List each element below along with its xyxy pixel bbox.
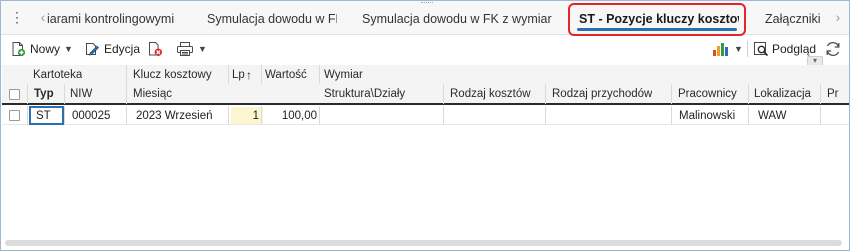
delete-button[interactable]: [147, 39, 163, 59]
column-divider: [671, 84, 672, 104]
column-divider: [27, 106, 28, 125]
select-all-checkbox[interactable]: [9, 89, 20, 100]
chevron-down-icon[interactable]: ▼: [64, 44, 73, 54]
tab-scroll-right-icon[interactable]: ›: [833, 10, 843, 24]
column-header-truncated[interactable]: Pr: [827, 86, 839, 102]
cell-lp[interactable]: 1: [231, 108, 259, 124]
column-divider: [126, 84, 127, 104]
sort-ascending-icon[interactable]: ↑: [246, 67, 252, 83]
group-header-row: Kartoteka Klucz kosztowy Lp ↑ Wartość Wy…: [2, 65, 849, 105]
edit-icon: [84, 41, 100, 57]
active-tab-indicator: [577, 28, 737, 31]
tab-symulacja-fk[interactable]: Symulacja dowodu w FK: [207, 11, 337, 27]
active-tab-highlight: [568, 3, 746, 36]
cell-pracownicy[interactable]: Malinowski: [679, 108, 735, 124]
column-divider: [319, 106, 320, 125]
new-document-icon: [10, 41, 26, 57]
new-button-label: Nowy: [30, 42, 61, 56]
main-window: ⋮ ‹ iarami kontrolingowymi Symulacja dow…: [0, 0, 850, 251]
horizontal-scrollbar[interactable]: [5, 240, 842, 246]
column-divider: [27, 84, 28, 104]
preview-icon: [753, 41, 769, 57]
column-divider: [545, 106, 546, 125]
column-header-wartosc[interactable]: Wartość: [265, 67, 307, 83]
new-button[interactable]: Nowy ▼: [10, 39, 73, 59]
group-header-wymiar[interactable]: Wymiar: [324, 67, 363, 83]
tab-symulacja-fk-wymiary[interactable]: Symulacja dowodu w FK z wymiarami: [362, 11, 552, 27]
tab-wymiary-kontrolingowe[interactable]: iarami kontrolingowymi: [47, 11, 175, 27]
chevron-down-icon[interactable]: ▼: [734, 44, 743, 54]
column-header-rodzaj-kosztow[interactable]: Rodzaj kosztów: [450, 86, 531, 102]
print-icon: [176, 41, 194, 57]
refresh-icon: [824, 40, 842, 58]
group-header-kartoteka[interactable]: Kartoteka: [33, 67, 82, 83]
toolbar-divider: [747, 41, 748, 57]
edit-button[interactable]: Edycja: [84, 39, 140, 59]
chart-button[interactable]: ▼: [712, 39, 743, 59]
cell-wartosc[interactable]: 100,00: [264, 108, 317, 124]
delete-icon: [147, 41, 163, 57]
column-divider: [443, 106, 444, 125]
cell-miesiac[interactable]: 2023 Wrzesień: [136, 108, 213, 124]
tab-bar: ⋮ ‹ iarami kontrolingowymi Symulacja dow…: [1, 1, 849, 36]
preview-button-label: Podgląd: [772, 42, 817, 56]
toolbar: Nowy ▼ Edycja ▼ ▼ Podgląd: [1, 36, 849, 62]
tab-zalaczniki[interactable]: Załączniki: [765, 11, 821, 27]
column-divider: [443, 84, 444, 104]
table-row[interactable]: ST 000025 2023 Wrzesień 1 100,00 Malinow…: [2, 106, 849, 125]
column-header-lokalizacja[interactable]: Lokalizacja: [754, 86, 811, 102]
column-header-typ[interactable]: Typ: [34, 86, 54, 102]
column-divider: [64, 106, 65, 125]
more-options-icon[interactable]: ⋮: [10, 10, 24, 24]
data-grid: Kartoteka Klucz kosztowy Lp ↑ Wartość Wy…: [2, 65, 849, 235]
column-header-row: Typ NIW Miesiąc Struktura\Działy Rodzaj …: [2, 84, 849, 105]
column-header-pracownicy[interactable]: Pracownicy: [678, 86, 737, 102]
cell-typ[interactable]: ST: [36, 108, 51, 124]
column-divider: [64, 84, 65, 104]
column-header-miesiac[interactable]: Miesiąc: [133, 86, 172, 102]
column-divider: [228, 106, 229, 125]
column-divider: [261, 106, 262, 125]
chevron-down-icon[interactable]: ▼: [198, 44, 207, 54]
resize-grip[interactable]: [421, 2, 433, 4]
cell-lokalizacja[interactable]: WAW: [758, 108, 787, 124]
column-divider: [748, 84, 749, 104]
column-header-niw[interactable]: NIW: [70, 86, 92, 102]
cell-niw[interactable]: 000025: [72, 108, 110, 124]
group-header-klucz-kosztowy[interactable]: Klucz kosztowy: [133, 67, 212, 83]
column-divider: [671, 106, 672, 125]
column-divider: [820, 106, 821, 125]
edit-button-label: Edycja: [104, 42, 141, 56]
column-header-rodzaj-przychodow[interactable]: Rodzaj przychodów: [552, 86, 652, 102]
refresh-button[interactable]: [824, 39, 842, 59]
column-divider: [748, 106, 749, 125]
column-divider: [545, 84, 546, 104]
print-button[interactable]: ▼: [176, 39, 207, 59]
row-checkbox[interactable]: [9, 110, 20, 121]
column-divider: [820, 84, 821, 104]
column-header-lp[interactable]: Lp: [232, 67, 245, 83]
chart-icon: [712, 41, 730, 57]
column-divider: [126, 106, 127, 125]
column-divider: [126, 65, 127, 84]
column-header-struktura[interactable]: Struktura\Działy: [324, 86, 405, 102]
